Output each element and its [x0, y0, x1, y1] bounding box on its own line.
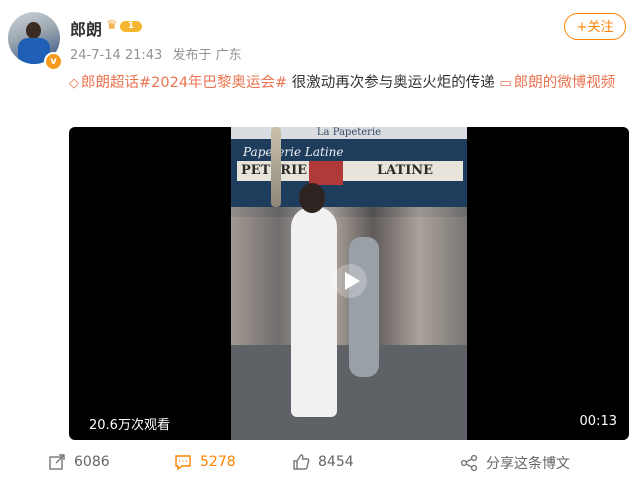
scene-runner2: [349, 237, 379, 377]
post-text: 很激动再次参与奥运火炬的传递: [287, 75, 500, 91]
scene-sign-right: LATINE: [377, 163, 434, 178]
play-icon[interactable]: [333, 264, 367, 298]
video-player[interactable]: La Papeterie Papeterie Latine PETERIE LA…: [69, 127, 629, 440]
video-link[interactable]: ▭ 郎朗的微博视频: [499, 75, 615, 91]
like-button[interactable]: 8454: [292, 453, 354, 471]
scene-runner-head: [299, 183, 325, 213]
comment-icon: [175, 455, 191, 471]
member-badge[interactable]: ♛ 1: [106, 18, 142, 34]
scene-sign-top: La Papeterie: [231, 127, 467, 139]
video-duration: 00:13: [579, 414, 617, 429]
avatar-head: [26, 22, 41, 39]
video-icon: ▭: [499, 76, 512, 91]
scene-torch: [271, 127, 281, 207]
video-link-label: 郎朗的微博视频: [513, 75, 616, 91]
super-topic-link[interactable]: ◇ 郎朗超话: [69, 75, 139, 91]
repost-count: 6086: [74, 454, 110, 470]
verified-icon: v: [44, 52, 63, 71]
repost-button[interactable]: 6086: [48, 453, 110, 471]
thumbs-up-icon: [293, 454, 310, 470]
diamond-icon: ◇: [69, 76, 79, 91]
scene-runner: [291, 207, 337, 417]
comment-button[interactable]: 5278: [174, 453, 236, 471]
post-meta: 24-7-14 21:43 发布于 广东: [70, 44, 242, 63]
repost-icon: [49, 454, 65, 470]
like-count: 8454: [318, 454, 354, 470]
video-view-count: 20.6万次观看: [89, 418, 170, 433]
super-topic-label: 郎朗超话: [81, 75, 139, 91]
action-bar: 6086 5278 8454 分享这条博文: [0, 445, 640, 478]
comment-count: 5278: [200, 454, 236, 470]
post-source: 发布于 广东: [172, 48, 242, 63]
scene-sign-script: Papeterie Latine: [243, 145, 344, 159]
username[interactable]: 郎朗: [70, 16, 102, 40]
member-level: 1: [120, 21, 142, 32]
share-button[interactable]: 分享这条博文: [460, 453, 570, 472]
share-icon: [460, 454, 478, 472]
scene-awning: [309, 161, 343, 185]
follow-button[interactable]: +关注: [564, 13, 626, 40]
post-content: ◇ 郎朗超话#2024年巴黎奥运会# 很激动再次参与奥运火炬的传递 ▭ 郎朗的微博视…: [69, 70, 629, 97]
share-label: 分享这条博文: [486, 456, 570, 472]
post-timestamp[interactable]: 24-7-14 21:43: [70, 48, 162, 63]
hashtag-link[interactable]: #2024年巴黎奥运会#: [139, 75, 287, 91]
